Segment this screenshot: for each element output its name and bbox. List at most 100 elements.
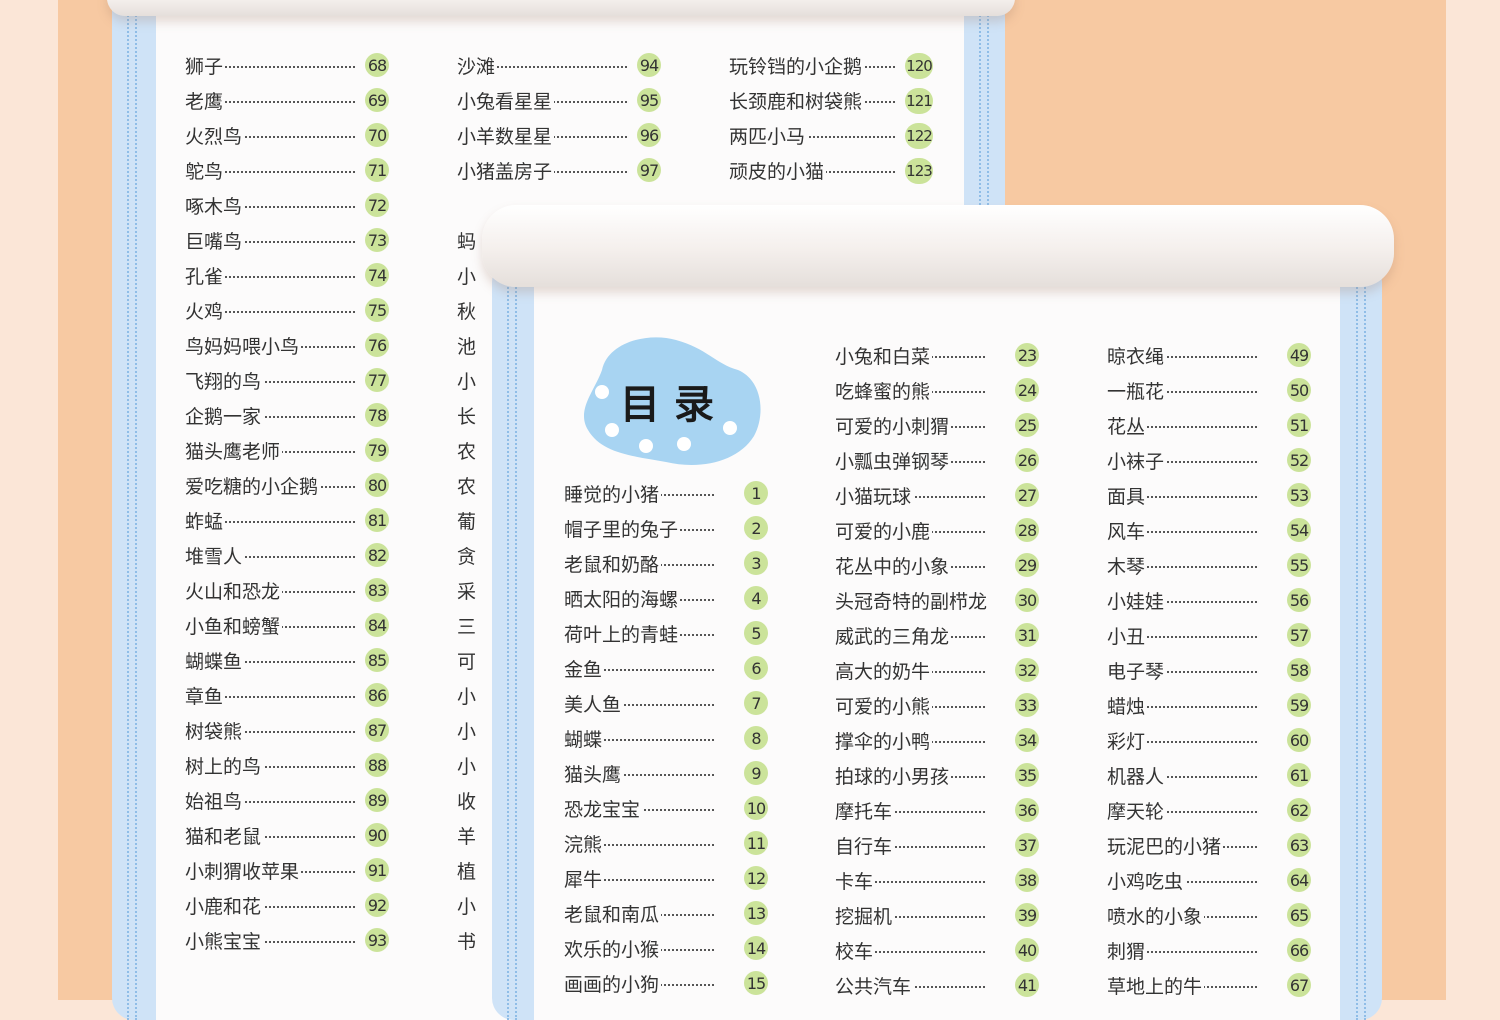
toc-entry[interactable]: 一瓶花 50	[1107, 374, 1313, 406]
toc-entry[interactable]: 树袋熊 87	[185, 714, 391, 746]
toc-entry[interactable]: 欢乐的小猴 14	[564, 932, 770, 964]
toc-entry[interactable]: 机器人 61	[1107, 759, 1313, 791]
page-number-badge: 10	[744, 796, 768, 820]
toc-entry[interactable]: 鸟妈妈喂小鸟 76	[185, 329, 391, 361]
toc-entry[interactable]: 小鹿和花 92	[185, 889, 391, 921]
toc-entry[interactable]: 帽子里的兔子 2	[564, 512, 770, 544]
toc-entry[interactable]: 自行车 37	[835, 829, 1041, 861]
toc-entry[interactable]: 孔雀 74	[185, 259, 391, 291]
toc-entry[interactable]: 老鼠和奶酪 3	[564, 547, 770, 579]
toc-entry[interactable]: 火鸡 75	[185, 294, 391, 326]
toc-entry[interactable]: 可爱的小熊 33	[835, 689, 1041, 721]
toc-entry-title: 刺猬	[1107, 936, 1148, 964]
toc-entry[interactable]: 啄木鸟 72	[185, 189, 391, 221]
toc-entry[interactable]: 小鸡吃虫 64	[1107, 864, 1313, 896]
toc-entry[interactable]: 花丛中的小象 29	[835, 549, 1041, 581]
toc-entry[interactable]: 晒太阳的海螺 4	[564, 582, 770, 614]
toc-entry-title: 小兔看星星	[457, 86, 555, 114]
toc-entry[interactable]: 可爱的小鹿 28	[835, 514, 1041, 546]
page-number-badge: 25	[1015, 413, 1039, 437]
toc-entry-title: 小丑	[1107, 621, 1148, 649]
page-number-badge: 2	[744, 516, 768, 540]
toc-entry[interactable]: 蝴蝶 8	[564, 722, 770, 754]
toc-entry[interactable]: 蝴蝶鱼 85	[185, 644, 391, 676]
toc-entry[interactable]: 企鹅一家 78	[185, 399, 391, 431]
toc-entry-title: 摩天轮	[1107, 796, 1167, 824]
toc-entry[interactable]: 火山和恐龙 83	[185, 574, 391, 606]
toc-entry[interactable]: 玩泥巴的小猪 63	[1107, 829, 1313, 861]
toc-entry[interactable]: 木琴 55	[1107, 549, 1313, 581]
toc-entry[interactable]: 校车 40	[835, 934, 1041, 966]
toc-entry[interactable]: 挖掘机 39	[835, 899, 1041, 931]
toc-entry[interactable]: 摩天轮 62	[1107, 794, 1313, 826]
toc-entry[interactable]: 吃蜂蜜的熊 24	[835, 374, 1041, 406]
toc-entry[interactable]: 彩灯 60	[1107, 724, 1313, 756]
toc-entry[interactable]: 飞翔的鸟 77	[185, 364, 391, 396]
toc-entry[interactable]: 犀牛 12	[564, 862, 770, 894]
toc-entry[interactable]: 章鱼 86	[185, 679, 391, 711]
toc-entry[interactable]: 小娃娃 56	[1107, 584, 1313, 616]
toc-entry[interactable]: 树上的鸟 88	[185, 749, 391, 781]
toc-entry[interactable]: 老鹰 69	[185, 84, 391, 116]
toc-entry[interactable]: 花丛 51	[1107, 409, 1313, 441]
toc-entry[interactable]: 头冠奇特的副栉龙 30	[835, 584, 1041, 616]
page-number-badge: 9	[744, 761, 768, 785]
toc-entry[interactable]: 巨嘴鸟 73	[185, 224, 391, 256]
toc-entry[interactable]: 小熊宝宝 93	[185, 924, 391, 956]
toc-entry-partial: 小	[457, 895, 477, 918]
toc-entry-partial: 池	[457, 335, 477, 358]
toc-entry-partial: 书	[457, 930, 477, 953]
toc-entry[interactable]: 电子琴 58	[1107, 654, 1313, 686]
toc-entry[interactable]: 公共汽车 41	[835, 969, 1041, 1001]
toc-entry[interactable]: 喷水的小象 65	[1107, 899, 1313, 931]
page-number-badge: 74	[365, 263, 389, 287]
toc-entry[interactable]: 睡觉的小猪 1	[564, 477, 770, 509]
toc-entry-title: 小瓢虫弹钢琴	[835, 446, 952, 474]
toc-entry[interactable]: 小猫玩球 27	[835, 479, 1041, 511]
toc-entry[interactable]: 金鱼 6	[564, 652, 770, 684]
toc-entry[interactable]: 小刺猬收苹果 91	[185, 854, 391, 886]
toc-entry[interactable]: 美人鱼 7	[564, 687, 770, 719]
toc-entry[interactable]: 面具 53	[1107, 479, 1313, 511]
toc-entry-title: 小鱼和螃蟹	[185, 611, 283, 639]
toc-entry[interactable]: 老鼠和南瓜 13	[564, 897, 770, 929]
toc-entry[interactable]: 小袜子 52	[1107, 444, 1313, 476]
toc-entry[interactable]: 刺猬 66	[1107, 934, 1313, 966]
toc-entry[interactable]: 小瓢虫弹钢琴 26	[835, 444, 1041, 476]
toc-entry-title: 卡车	[835, 866, 876, 894]
toc-entry[interactable]: 堆雪人 82	[185, 539, 391, 571]
toc-entry[interactable]: 风车 54	[1107, 514, 1313, 546]
page-number-badge: 60	[1287, 728, 1311, 752]
toc-entry[interactable]: 始祖鸟 89	[185, 784, 391, 816]
page-number-badge: 63	[1287, 833, 1311, 857]
toc-entry[interactable]: 小鱼和螃蟹 84	[185, 609, 391, 641]
toc-entry[interactable]: 荷叶上的青蛙 5	[564, 617, 770, 649]
page-number-badge: 75	[365, 298, 389, 322]
toc-entry[interactable]: 猫和老鼠 90	[185, 819, 391, 851]
toc-entry[interactable]: 猫头鹰老师 79	[185, 434, 391, 466]
toc-entry[interactable]: 浣熊 11	[564, 827, 770, 859]
toc-entry[interactable]: 鸵鸟 71	[185, 154, 391, 186]
toc-entry[interactable]: 拍球的小男孩 35	[835, 759, 1041, 791]
toc-entry[interactable]: 狮子 68	[185, 49, 391, 81]
toc-entry[interactable]: 撑伞的小鸭 34	[835, 724, 1041, 756]
toc-entry[interactable]: 卡车 38	[835, 864, 1041, 896]
toc-entry-title: 鸟妈妈喂小鸟	[185, 331, 302, 359]
toc-entry[interactable]: 小丑 57	[1107, 619, 1313, 651]
toc-entry[interactable]: 小兔和白菜 23	[835, 339, 1041, 371]
toc-entry-title: 蜡烛	[1107, 691, 1148, 719]
toc-entry[interactable]: 猫头鹰 9	[564, 757, 770, 789]
toc-entry[interactable]: 草地上的牛 67	[1107, 969, 1313, 1001]
toc-entry[interactable]: 画画的小狗 15	[564, 967, 770, 999]
toc-entry[interactable]: 威武的三角龙 31	[835, 619, 1041, 651]
toc-entry[interactable]: 爱吃糖的小企鹅 80	[185, 469, 391, 501]
toc-entry[interactable]: 摩托车 36	[835, 794, 1041, 826]
toc-entry[interactable]: 恐龙宝宝 10	[564, 792, 770, 824]
toc-entry[interactable]: 可爱的小刺猬 25	[835, 409, 1041, 441]
toc-entry[interactable]: 晾衣绳 49	[1107, 339, 1313, 371]
toc-entry[interactable]: 高大的奶牛 32	[835, 654, 1041, 686]
toc-entry-title: 可爱的小鹿	[835, 516, 933, 544]
toc-entry[interactable]: 蚱蜢 81	[185, 504, 391, 536]
toc-entry[interactable]: 火烈鸟 70	[185, 119, 391, 151]
toc-entry[interactable]: 蜡烛 59	[1107, 689, 1313, 721]
